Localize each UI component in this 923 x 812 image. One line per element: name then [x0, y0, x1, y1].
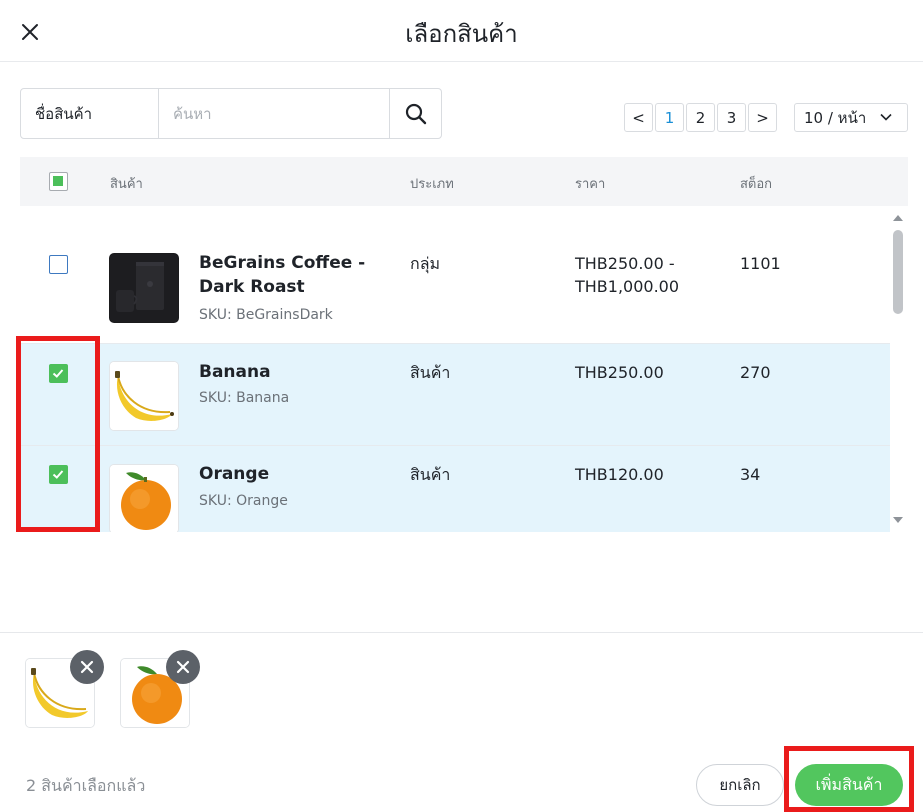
row-checkbox[interactable]	[49, 465, 68, 484]
page-size-label: 10 / หน้า	[804, 108, 867, 127]
selected-count: 2 สินค้าเลือกแล้ว	[26, 776, 146, 795]
search-box: ชื่อสินค้า	[20, 88, 442, 139]
remove-icon	[176, 660, 190, 674]
product-type: สินค้า	[410, 363, 451, 382]
table-row[interactable]: Orange SKU: Orange สินค้า THB120.00 34	[20, 446, 890, 532]
table-row[interactable]: BeGrains Coffee - Dark Roast SKU: BeGrai…	[20, 206, 890, 344]
product-price: THB250.00	[575, 363, 664, 382]
product-image-coffee	[109, 253, 179, 323]
scrollbar-thumb[interactable]	[893, 230, 903, 314]
row-checkbox[interactable]	[49, 364, 68, 383]
footer-divider	[0, 632, 923, 633]
remove-icon	[80, 660, 94, 674]
scroll-down-icon	[893, 517, 903, 523]
cancel-button[interactable]: ยกเลิก	[696, 764, 784, 806]
table-scrollbar[interactable]	[890, 212, 906, 528]
product-name: Banana	[199, 362, 271, 382]
product-stock: 1101	[740, 254, 781, 273]
table-header: สินค้า ประเภท ราคา สต็อก	[20, 157, 908, 206]
search-button[interactable]	[389, 89, 441, 138]
prev-page-button[interactable]: <	[624, 103, 653, 132]
product-sku: SKU: Orange	[199, 493, 288, 509]
search-field-select[interactable]: ชื่อสินค้า	[21, 89, 159, 138]
dialog-title: เลือกสินค้า	[405, 20, 518, 48]
table-row[interactable]: Banana SKU: Banana สินค้า THB250.00 270	[20, 344, 890, 446]
page-1-button[interactable]: 1	[655, 103, 684, 132]
product-image-banana	[109, 361, 179, 431]
product-sku: SKU: BeGrainsDark	[199, 307, 333, 323]
product-price: THB250.00 - THB1,000.00	[575, 254, 680, 296]
remove-orange-button[interactable]	[166, 650, 200, 684]
header-stock: สต็อก	[740, 177, 773, 192]
product-type: สินค้า	[410, 465, 451, 484]
chevron-down-icon	[880, 113, 892, 121]
product-type: กลุ่ม	[410, 254, 441, 273]
next-page-button[interactable]: >	[748, 103, 777, 132]
product-stock: 34	[740, 465, 761, 484]
header-product: สินค้า	[110, 177, 143, 192]
dialog-header: เลือกสินค้า	[0, 0, 923, 62]
page-size-select[interactable]: 10 / หน้า	[794, 103, 908, 132]
check-icon	[52, 369, 64, 378]
add-products-button[interactable]: เพิ่มสินค้า	[795, 764, 903, 806]
page-2-button[interactable]: 2	[686, 103, 715, 132]
pagination: < 1 2 3 >	[624, 103, 777, 132]
product-image-orange	[109, 464, 179, 532]
header-type: ประเภท	[410, 177, 454, 192]
product-sku: SKU: Banana	[199, 390, 290, 406]
remove-banana-button[interactable]	[70, 650, 104, 684]
product-name: Orange	[199, 464, 270, 484]
product-price: THB120.00	[575, 465, 664, 484]
select-all-checkbox[interactable]	[49, 172, 68, 191]
check-icon	[52, 470, 64, 479]
header-price: ราคา	[575, 177, 606, 192]
scroll-up-icon	[893, 215, 903, 221]
product-table-body: BeGrains Coffee - Dark Roast SKU: BeGrai…	[20, 206, 890, 532]
search-icon	[405, 103, 426, 124]
product-name: BeGrains Coffee - Dark Roast	[199, 253, 366, 297]
row-checkbox[interactable]	[49, 255, 68, 274]
product-stock: 270	[740, 363, 771, 382]
page-3-button[interactable]: 3	[717, 103, 746, 132]
search-input[interactable]	[159, 89, 389, 138]
